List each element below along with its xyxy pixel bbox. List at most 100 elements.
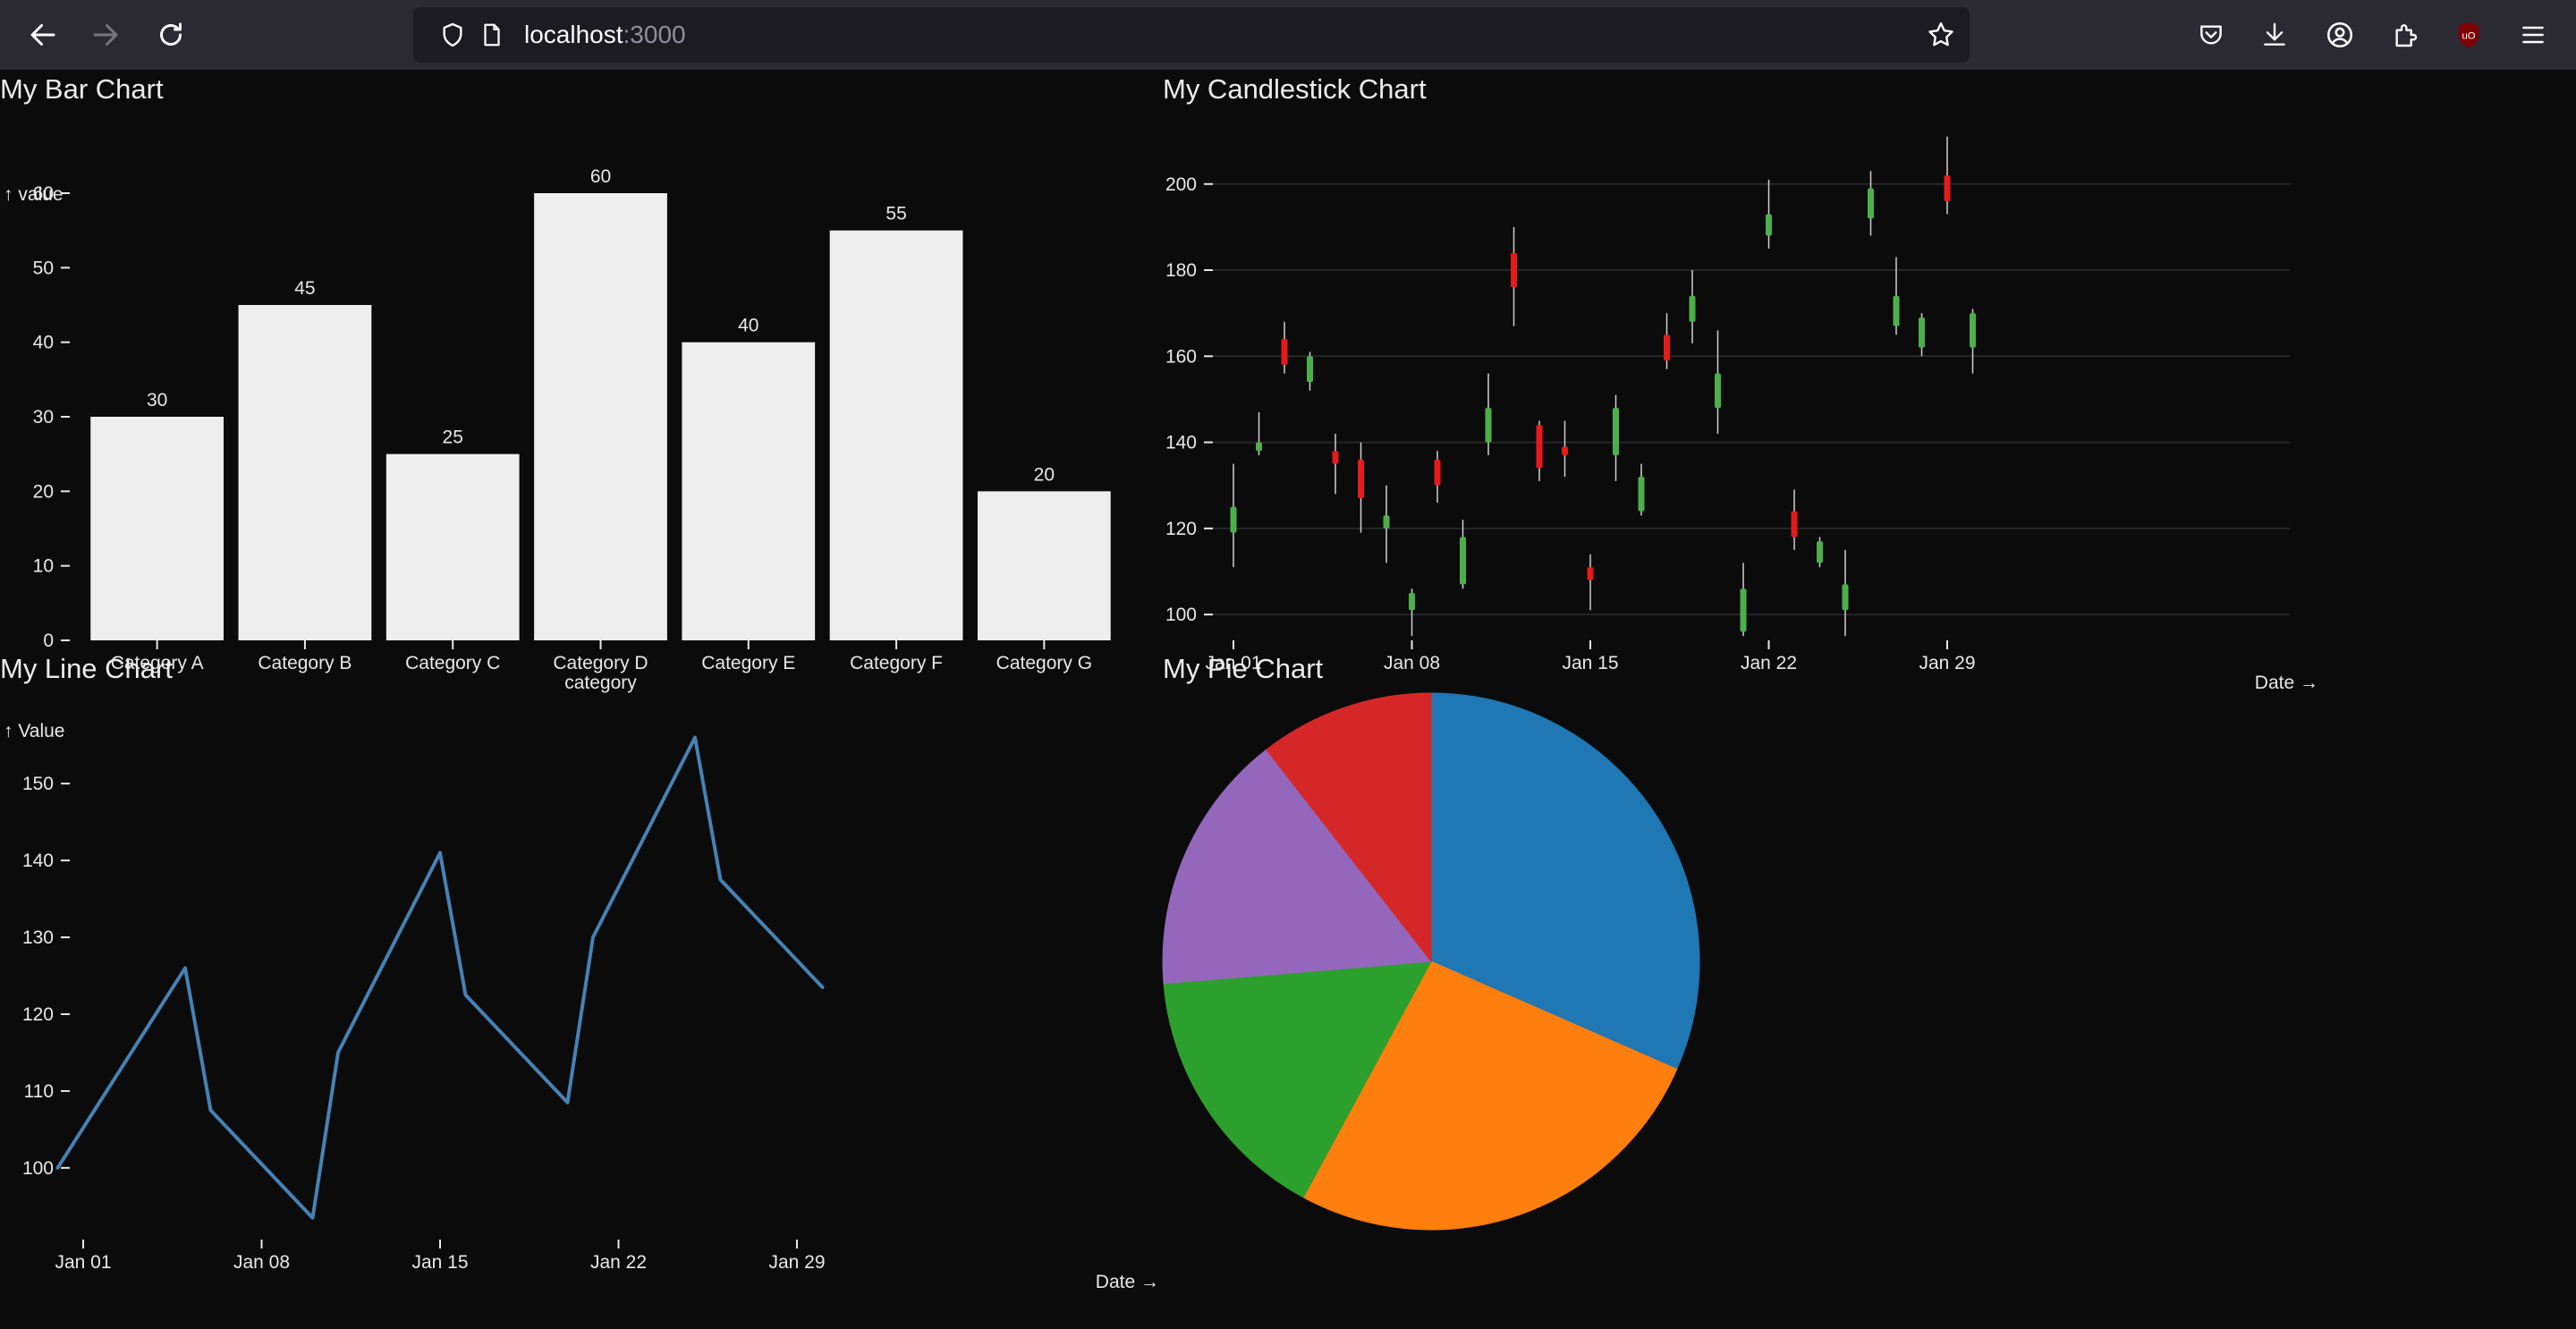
candle-body <box>1332 451 1339 464</box>
x-tick-label: Jan 22 <box>590 1252 647 1273</box>
page-icon <box>472 15 512 55</box>
candle-body <box>1842 584 1849 611</box>
x-tick-label: Jan 08 <box>233 1252 290 1273</box>
candle-body <box>1919 317 1925 348</box>
x-tick-label: Jan 22 <box>1741 653 1797 673</box>
data-label: 55 <box>886 204 906 224</box>
bar-chart: ↑ value010203040506030Category A45Catego… <box>4 166 1111 693</box>
bar-chart-title: My Bar Chart <box>0 73 164 105</box>
candle-body <box>1970 313 1976 348</box>
bar <box>386 453 520 640</box>
candle-body <box>1307 356 1313 383</box>
data-label: 40 <box>738 316 758 336</box>
x-tick-label: Category D <box>553 653 648 673</box>
candle-body <box>1230 506 1237 533</box>
y-tick-label: 110 <box>24 1081 54 1102</box>
reload-icon[interactable] <box>151 15 191 55</box>
y-tick-label: 140 <box>22 851 54 871</box>
star-icon[interactable] <box>1921 15 1961 55</box>
candle-body <box>1689 295 1696 322</box>
y-tick-label: 10 <box>33 556 54 577</box>
x-tick-label: Jan 01 <box>55 1252 111 1273</box>
y-tick-label: 120 <box>22 1004 54 1025</box>
x-tick-label: Jan 08 <box>1384 653 1440 673</box>
back-arrow-icon[interactable] <box>23 15 63 55</box>
candle-body <box>1434 459 1441 486</box>
candle-body <box>1944 175 1951 202</box>
candle-body <box>1791 511 1798 538</box>
dashboard: My Bar Chart ↑ value 0 10 20 30 40 50 60 30 Categ… <box>0 70 2576 1329</box>
candlestick-chart-title: My Candlestick Chart <box>1163 73 1427 105</box>
y-tick-label: 20 <box>33 481 54 502</box>
candle-body <box>1613 408 1619 456</box>
pocket-icon[interactable] <box>2191 15 2231 55</box>
y-tick-label: 100 <box>1165 605 1197 625</box>
candle-body <box>1562 446 1568 456</box>
bar <box>829 230 963 640</box>
candle-body <box>1485 408 1492 443</box>
bar <box>682 342 816 640</box>
x-tick-label: Jan 15 <box>1562 653 1618 673</box>
bar <box>238 305 372 640</box>
candle-body <box>1536 425 1543 469</box>
bar <box>534 193 667 640</box>
x-axis-label: category <box>564 673 637 693</box>
candle-body <box>1638 477 1645 512</box>
data-label: 60 <box>590 166 611 187</box>
candle-body <box>1409 593 1415 611</box>
extensions-icon[interactable] <box>2385 15 2425 55</box>
data-label: 45 <box>294 278 315 299</box>
candle-body <box>1766 214 1772 236</box>
pie-chart-title: My Pie Chart <box>1163 653 1324 684</box>
pie-chart <box>1162 692 1700 1231</box>
y-tick-label: 0 <box>43 631 54 651</box>
candle-body <box>1868 188 1874 219</box>
y-tick-label: 100 <box>22 1158 54 1179</box>
candle-body <box>1587 567 1594 580</box>
x-tick-label: Category G <box>996 653 1092 673</box>
download-icon[interactable] <box>2255 15 2294 55</box>
y-tick-label: 130 <box>22 927 54 948</box>
data-label: 20 <box>1034 464 1055 485</box>
ublock-icon[interactable]: uO <box>2449 15 2488 55</box>
y-tick-label: 40 <box>33 333 54 353</box>
x-tick-label: Jan 29 <box>1919 653 1975 673</box>
forward-arrow-icon[interactable] <box>86 15 125 55</box>
y-tick-label: 160 <box>1165 346 1197 367</box>
candle-body <box>1664 334 1670 361</box>
data-label: 25 <box>443 427 463 448</box>
url-host: localhost <box>524 21 623 48</box>
menu-icon[interactable] <box>2513 15 2553 55</box>
svg-text:uO: uO <box>2462 30 2475 41</box>
bar <box>977 491 1111 640</box>
candle-body <box>1511 252 1517 288</box>
y-tick-label: 200 <box>1165 174 1197 195</box>
x-tick-label: Category E <box>701 653 795 673</box>
line-chart: ↑ Value 100 110 120 130 140 150 Jan 01 Jan 08 Jan… <box>4 721 1159 1292</box>
candle-body <box>1358 459 1364 499</box>
x-tick-label: Category F <box>850 653 943 673</box>
candle-body <box>1740 588 1747 632</box>
browser-toolbar: localhost:3000 uO <box>0 0 2576 70</box>
candle-body <box>1281 339 1288 365</box>
x-tick-label: Jan 15 <box>411 1252 468 1273</box>
line-chart-title: My Line Chart <box>0 653 173 684</box>
x-tick-label: Jan 29 <box>768 1252 825 1273</box>
candle-body <box>1256 442 1262 452</box>
candle-body <box>1383 515 1390 529</box>
url-bar[interactable]: localhost:3000 <box>413 7 1970 63</box>
candlestick-chart: 100120140160180200Jan 01 Jan 08 Jan 15 Jan … <box>1165 136 2318 693</box>
account-icon[interactable] <box>2320 15 2360 55</box>
url-port: :3000 <box>623 21 686 48</box>
shield-icon[interactable] <box>433 15 472 55</box>
y-tick-label: 140 <box>1165 433 1197 453</box>
x-axis-label: Date → <box>1096 1272 1159 1292</box>
y-tick-label: 30 <box>33 407 54 427</box>
candle-body <box>1893 295 1900 326</box>
candle-body <box>1715 373 1721 409</box>
url-text[interactable]: localhost:3000 <box>524 7 686 63</box>
y-tick-label: 180 <box>1165 260 1197 281</box>
y-axis-label: ↑ Value <box>4 721 65 741</box>
x-axis-label: Date → <box>2255 673 2318 693</box>
bar <box>90 417 225 640</box>
